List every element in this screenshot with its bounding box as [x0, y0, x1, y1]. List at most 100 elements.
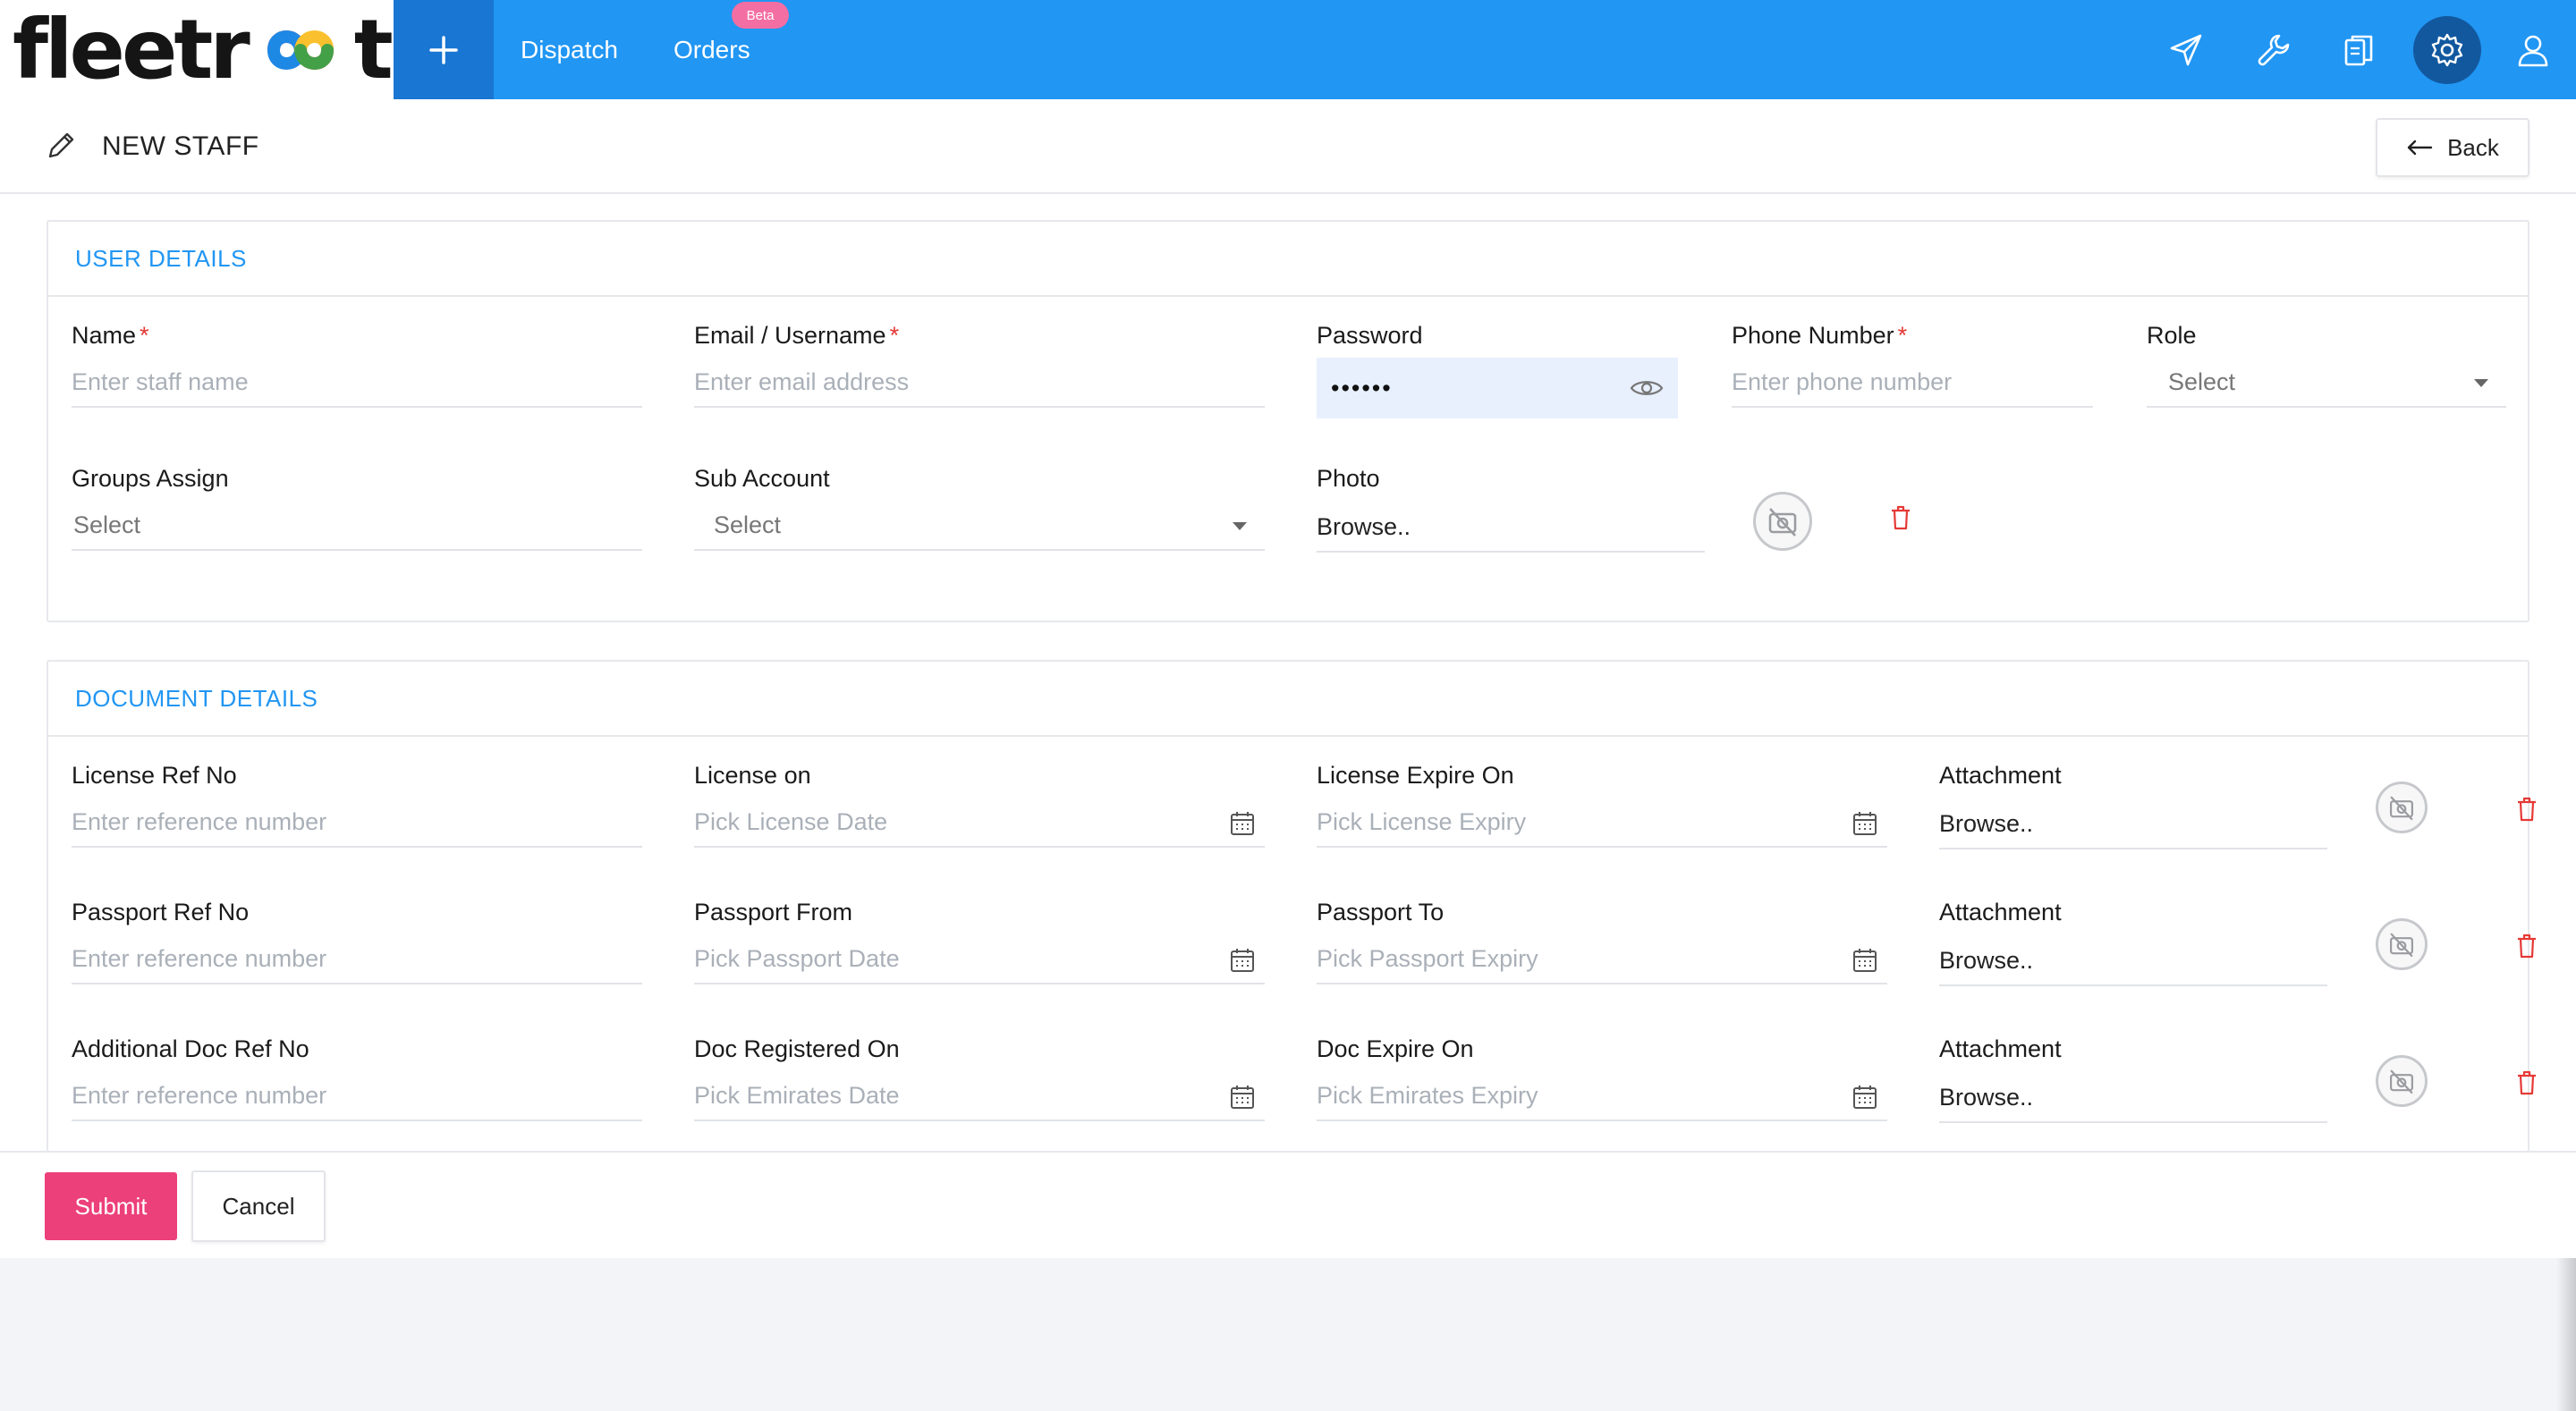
ref-field: License Ref No Enter reference number — [72, 762, 642, 869]
ref-field: Passport Ref No Enter reference number — [72, 899, 642, 1006]
email-label: Email / Username * — [694, 322, 900, 349]
sub-account-label: Sub Account — [694, 465, 830, 492]
trash-icon[interactable] — [1889, 504, 1912, 531]
ref-label: License Ref No — [72, 762, 237, 789]
to-date-label: Doc Expire On — [1317, 1035, 1474, 1062]
plus-icon — [429, 35, 458, 64]
settings-button[interactable] — [2413, 16, 2481, 84]
eye-icon[interactable] — [1630, 377, 1664, 399]
ref-input[interactable]: Enter reference number — [72, 798, 642, 848]
user-details-heading: USER DETAILS — [48, 222, 2528, 297]
password-field: Password •••••• — [1317, 322, 1678, 429]
from-date-placeholder: Pick Passport Date — [694, 944, 900, 972]
ref-input[interactable]: Enter reference number — [72, 1071, 642, 1121]
no-photo-icon — [2376, 782, 2428, 833]
trash-icon[interactable] — [2515, 1069, 2538, 1096]
attachment-browse-input[interactable]: Browse.. — [1939, 799, 2327, 849]
chevron-down-icon — [2474, 379, 2488, 387]
wrench-icon — [2258, 34, 2290, 66]
to-date-field: Doc Expire On Pick Emirates Expiry — [1317, 1035, 1887, 1143]
attachment-label: Attachment — [1939, 762, 2062, 789]
from-date-label: License on — [694, 762, 811, 789]
tools-button[interactable] — [2243, 20, 2304, 80]
sub-account-select[interactable]: Select — [694, 501, 1265, 551]
to-date-input[interactable]: Pick Passport Expiry — [1317, 934, 1887, 984]
send-icon — [2170, 34, 2202, 66]
attachment-browse-input[interactable]: Browse.. — [1939, 936, 2327, 986]
calendar-icon[interactable] — [1852, 1084, 1878, 1111]
from-date-field: License on Pick License Date — [694, 762, 1265, 869]
from-date-placeholder: Pick License Date — [694, 807, 888, 835]
back-button[interactable]: Back — [2376, 118, 2529, 177]
required-marker: * — [889, 322, 900, 349]
add-new-button[interactable] — [394, 0, 494, 99]
role-label: Role — [2147, 322, 2197, 349]
to-date-placeholder: Pick Emirates Expiry — [1317, 1081, 1538, 1109]
submit-button[interactable]: Submit — [45, 1172, 177, 1240]
from-date-label: Doc Registered On — [694, 1035, 900, 1062]
from-date-placeholder: Pick Emirates Date — [694, 1081, 900, 1109]
nav-dispatch-link[interactable]: Dispatch — [521, 0, 618, 99]
attachment-field: Attachment Browse.. — [1939, 1035, 2536, 1143]
top-navbar: fleetr t Dispatch Orders Beta — [0, 0, 2576, 99]
photo-browse-input[interactable]: Browse.. — [1317, 503, 1705, 553]
arrow-left-icon — [2407, 139, 2433, 156]
from-date-input[interactable]: Pick Emirates Date — [694, 1071, 1265, 1121]
to-date-input[interactable]: Pick Emirates Expiry — [1317, 1071, 1887, 1121]
groups-select[interactable]: Select — [72, 501, 642, 551]
calendar-icon[interactable] — [1229, 947, 1256, 974]
page-title: NEW STAFF — [102, 131, 259, 161]
calendar-icon[interactable] — [1852, 947, 1878, 974]
page-header: NEW STAFF Back — [0, 99, 2576, 194]
phone-input[interactable]: Enter phone number — [1732, 358, 2093, 408]
ref-label: Additional Doc Ref No — [72, 1035, 309, 1062]
documents-button[interactable] — [2329, 20, 2390, 80]
form-footer: Submit Cancel — [0, 1151, 2576, 1258]
role-select[interactable]: Select — [2147, 358, 2506, 408]
no-photo-icon — [2376, 918, 2428, 970]
ref-input[interactable]: Enter reference number — [72, 934, 642, 984]
to-date-input[interactable]: Pick License Expiry — [1317, 798, 1887, 848]
attachment-browse-input[interactable]: Browse.. — [1939, 1073, 2327, 1123]
from-date-input[interactable]: Pick License Date — [694, 798, 1265, 848]
required-marker: * — [1897, 322, 1908, 349]
user-details-card: USER DETAILS Name * Enter staff name Emai… — [47, 220, 2529, 622]
attachment-field: Attachment Browse.. — [1939, 899, 2536, 1006]
password-input[interactable]: •••••• — [1317, 358, 1678, 418]
name-field: Name * Enter staff name — [72, 322, 642, 429]
back-button-label: Back — [2447, 133, 2499, 161]
no-photo-icon — [1753, 492, 1812, 551]
main-panel: NEW STAFF Back USER DETAILS Name * Enter … — [0, 99, 2576, 1258]
from-date-input[interactable]: Pick Passport Date — [694, 934, 1265, 984]
sub-account-select-value: Select — [714, 511, 782, 538]
sub-account-field: Sub Account Select — [694, 465, 1265, 572]
gear-icon — [2431, 33, 2463, 67]
attachment-label: Attachment — [1939, 899, 2062, 925]
from-date-label: Passport From — [694, 899, 853, 925]
brand-logo[interactable]: fleetr t — [0, 0, 394, 99]
logo-infinity-icon — [247, 21, 354, 79]
send-button[interactable] — [2156, 20, 2216, 80]
password-value: •••••• — [1331, 374, 1393, 401]
beta-badge: Beta — [732, 2, 789, 29]
profile-button[interactable] — [2503, 20, 2563, 80]
calendar-icon[interactable] — [1852, 810, 1878, 837]
name-input[interactable]: Enter staff name — [72, 358, 642, 408]
chevron-down-icon — [1233, 522, 1247, 530]
phone-label: Phone Number * — [1732, 322, 1908, 349]
email-input[interactable]: Enter email address — [694, 358, 1265, 408]
trash-icon[interactable] — [2515, 796, 2538, 823]
calendar-icon[interactable] — [1229, 1084, 1256, 1111]
to-date-label: Passport To — [1317, 899, 1445, 925]
from-date-field: Doc Registered On Pick Emirates Date — [694, 1035, 1265, 1143]
cancel-button[interactable]: Cancel — [191, 1170, 326, 1242]
to-date-placeholder: Pick License Expiry — [1317, 807, 1527, 835]
trash-icon[interactable] — [2515, 933, 2538, 959]
calendar-icon[interactable] — [1229, 810, 1256, 837]
to-date-field: Passport To Pick Passport Expiry — [1317, 899, 1887, 1006]
to-date-field: License Expire On Pick License Expiry — [1317, 762, 1887, 869]
ref-field: Additional Doc Ref No Enter reference nu… — [72, 1035, 642, 1143]
scrollbar[interactable] — [2556, 1258, 2576, 1411]
password-label: Password — [1317, 322, 1423, 349]
role-field: Role Select — [2147, 322, 2506, 429]
